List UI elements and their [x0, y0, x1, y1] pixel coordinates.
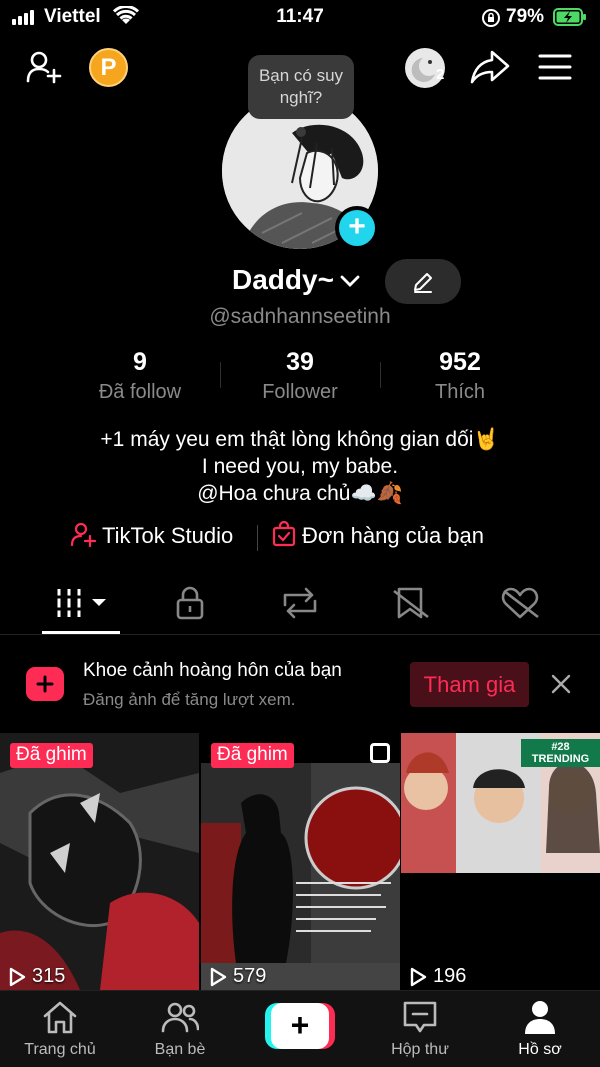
friends-icon	[161, 1002, 199, 1033]
view-count-value: 579	[233, 965, 267, 987]
nav-friends[interactable]: Bạn bè	[120, 991, 240, 1067]
video-thumbnail	[401, 733, 600, 990]
view-count: 579	[209, 965, 266, 988]
stat-value: 39	[286, 348, 314, 376]
video-tile[interactable]: Đã ghim 315	[0, 733, 199, 990]
view-count-value: 196	[433, 965, 467, 987]
tab-favorites[interactable]	[382, 583, 442, 623]
trending-badge: #28 TRENDING	[521, 739, 600, 767]
notification-count: 2	[436, 66, 445, 83]
bio-line: I need you, my babe.	[201, 455, 399, 478]
add-story-button[interactable]: +	[335, 206, 379, 250]
multi-photo-icon	[370, 743, 390, 763]
rotation-lock-icon	[482, 9, 500, 27]
bio-line: @Hoa chưa chủ☁️🍂	[197, 482, 403, 505]
coin-button[interactable]: P	[89, 48, 128, 87]
stat-value: 952	[439, 348, 481, 376]
pencil-icon	[414, 273, 432, 293]
view-count: 315	[8, 965, 65, 988]
display-name[interactable]: Daddy~	[232, 264, 334, 296]
video-tile[interactable]: #28 TRENDING 196	[401, 733, 600, 990]
share-icon[interactable]	[470, 49, 510, 85]
nav-profile[interactable]: Hồ sơ	[480, 991, 600, 1067]
stat-label: Follower	[262, 381, 338, 403]
tiktok-studio-label: TikTok Studio	[102, 523, 234, 548]
nav-label: Bạn bè	[154, 1041, 206, 1058]
tab-reposts[interactable]	[270, 583, 330, 623]
plus-icon: +	[271, 1003, 329, 1049]
menu-icon[interactable]	[538, 53, 572, 81]
stat-label: Đã follow	[98, 381, 182, 403]
nav-inbox[interactable]: Hộp thư	[360, 991, 480, 1067]
tiktok-studio-link[interactable]: TikTok Studio	[70, 521, 233, 549]
nav-home[interactable]: Trang chủ	[0, 991, 120, 1067]
view-count-value: 315	[32, 965, 66, 987]
video-thumbnail	[0, 733, 199, 990]
play-icon	[410, 967, 427, 986]
status-bar: Viettel 11:47 79%	[0, 0, 600, 36]
shopping-bag-icon	[272, 520, 296, 547]
bio-line: +1 máy yeu em thật lòng không gian dối🤘	[100, 428, 500, 451]
orders-link[interactable]: Đơn hàng của bạn	[272, 520, 485, 549]
nav-label: Hộp thư	[391, 1041, 449, 1058]
edit-profile-button[interactable]	[385, 259, 461, 304]
promo-title: Khoe cảnh hoàng hôn của bạn	[83, 660, 342, 681]
play-icon	[210, 967, 227, 986]
hidden-bookmark-icon	[393, 587, 429, 619]
stat-value: 9	[133, 348, 147, 376]
nav-label: Trang chủ	[24, 1041, 96, 1058]
view-count: 196	[409, 965, 466, 988]
tab-liked[interactable]	[490, 583, 550, 623]
profile-bio[interactable]: +1 máy yeu em thật lòng không gian dối🤘 …	[0, 426, 600, 507]
stat-following[interactable]: 9 Đã follow	[60, 348, 220, 404]
profile-icon	[525, 1001, 555, 1034]
create-button[interactable]: +	[265, 1003, 335, 1049]
stat-followers[interactable]: 39 Follower	[220, 348, 380, 404]
add-friend-icon[interactable]	[26, 50, 62, 84]
inbox-icon	[403, 1001, 437, 1033]
tab-videos[interactable]	[52, 583, 112, 623]
pinned-badge: Đã ghim	[10, 743, 93, 768]
chevron-down-icon[interactable]	[340, 274, 360, 288]
stat-label: Thích	[434, 381, 486, 403]
play-icon	[9, 967, 26, 986]
nav-label: Hồ sơ	[518, 1041, 562, 1058]
close-icon[interactable]	[550, 673, 572, 695]
battery-percent: 79%	[506, 6, 545, 27]
link-divider	[257, 525, 258, 551]
thought-bubble[interactable]: Bạn có suy nghĩ?	[248, 55, 354, 119]
creator-person-icon	[70, 522, 97, 548]
video-grid-icon	[56, 589, 106, 617]
video-tile[interactable]: Đã ghim 579	[201, 733, 400, 990]
join-button[interactable]: Tham gia	[410, 662, 529, 707]
pinned-badge: Đã ghim	[211, 743, 294, 768]
home-icon	[43, 1001, 77, 1034]
camera-plus-icon	[26, 667, 64, 701]
battery-icon	[553, 8, 586, 26]
orders-label: Đơn hàng của bạn	[302, 523, 485, 548]
thought-bubble-tail	[296, 127, 306, 137]
hidden-heart-icon	[501, 587, 539, 619]
tab-private[interactable]	[160, 583, 220, 623]
tabs-divider	[0, 634, 600, 635]
repost-icon	[283, 587, 317, 619]
lock-icon	[176, 586, 204, 620]
profile-handle: @sadnhannseetinh	[209, 305, 391, 328]
promo-subtitle: Đăng ảnh để tăng lượt xem.	[83, 690, 296, 709]
video-thumbnail	[201, 733, 400, 990]
stat-likes[interactable]: 952 Thích	[380, 348, 540, 404]
